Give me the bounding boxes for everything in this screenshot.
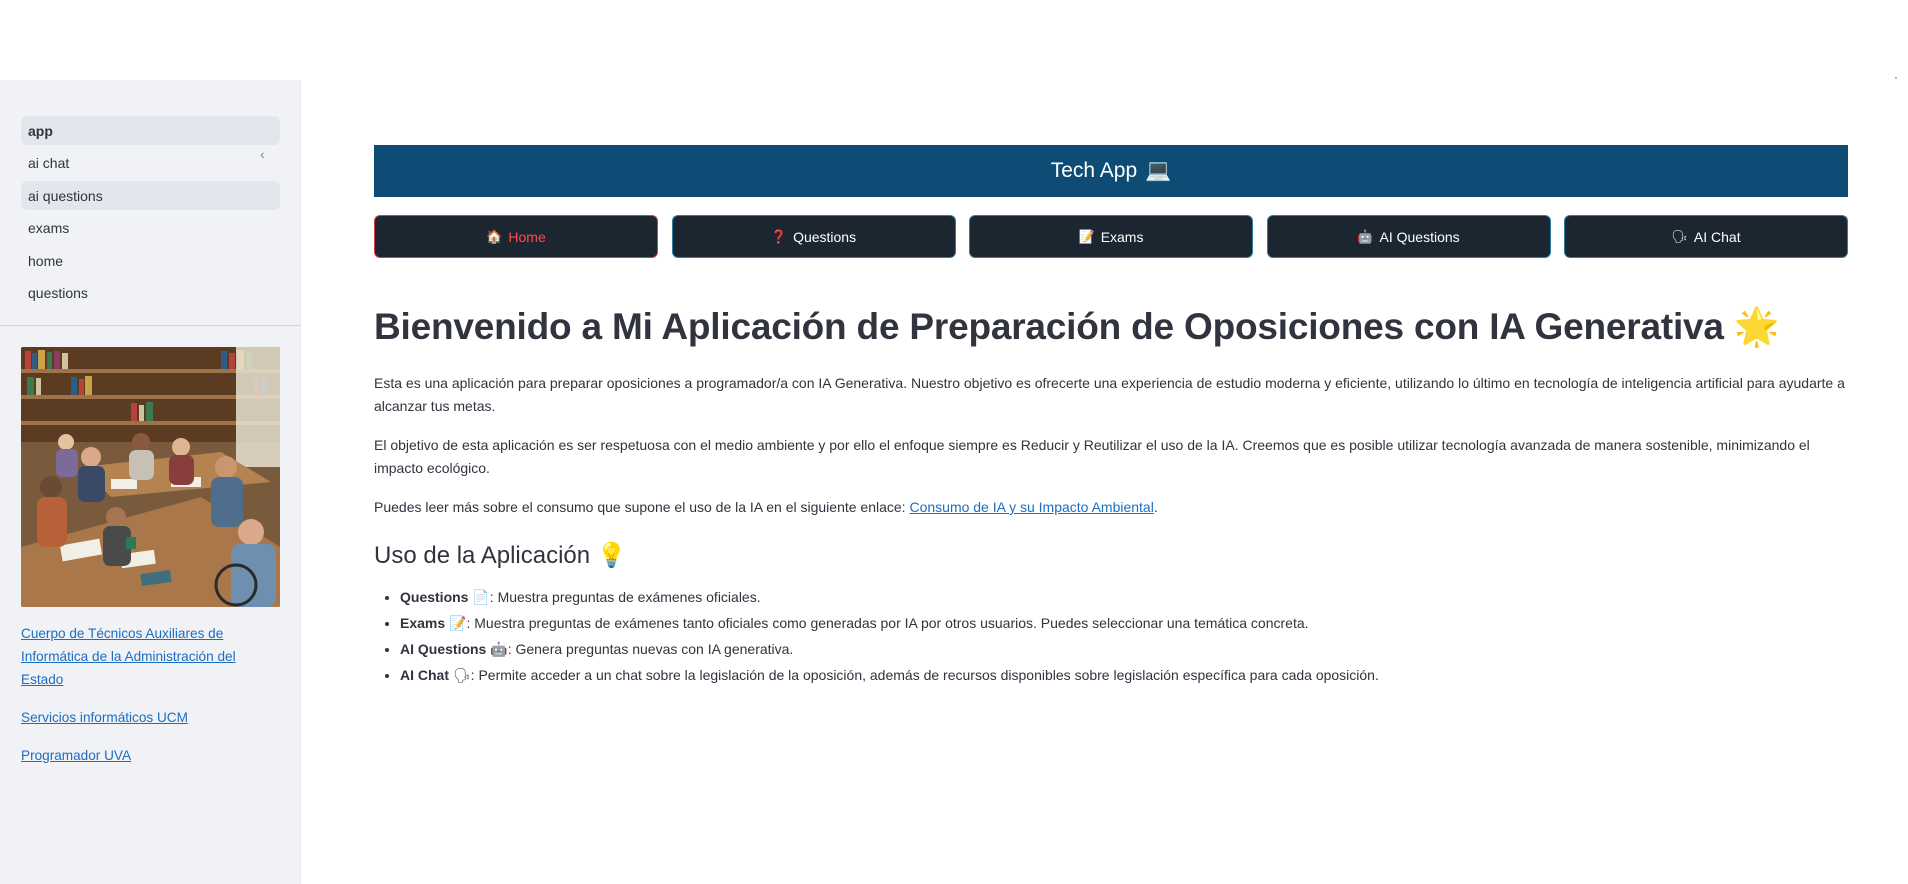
- ai-questions-button-label: AI Questions: [1379, 228, 1460, 245]
- sidebar: ‹ app ai chat ai questions exams home qu…: [0, 80, 301, 884]
- link-cuerpo-tecnicos[interactable]: Cuerpo de Técnicos Auxiliares de Informá…: [21, 622, 280, 691]
- link-programador-uva[interactable]: Programador UVA: [21, 744, 280, 767]
- ai-chat-button-label: AI Chat: [1693, 228, 1741, 245]
- home-button[interactable]: 🏠 Home: [374, 215, 658, 258]
- consumo-ia-link[interactable]: Consumo de IA y su Impacto Ambiental: [909, 499, 1153, 515]
- robot-icon: 🤖: [1357, 228, 1374, 244]
- sidebar-item-ai-chat[interactable]: ai chat: [21, 149, 280, 178]
- sidebar-item-app[interactable]: app: [21, 116, 280, 145]
- section-title-text: Uso de la Aplicación: [374, 542, 591, 569]
- speaking-head-icon: 🗣: [452, 667, 471, 683]
- list-item: Questions 📄: Muestra preguntas de exámen…: [400, 584, 1848, 610]
- sidebar-divider: [0, 325, 301, 326]
- sidebar-item-ai-questions[interactable]: ai questions: [21, 181, 280, 210]
- list-item: AI Questions 🤖: Genera preguntas nuevas …: [400, 636, 1848, 662]
- memo-icon: 📝: [449, 615, 467, 631]
- top-header: [0, 0, 1908, 80]
- question-mark-icon: ❓: [770, 228, 788, 244]
- section-title: Uso de la Aplicación 💡: [374, 541, 1848, 570]
- features-list: Questions 📄: Muestra preguntas de exámen…: [374, 584, 1848, 688]
- sidebar-item-home[interactable]: home: [21, 246, 280, 275]
- main-content: Tech App 💻 🏠 Home ❓ Questions 📝 Exams 🤖 …: [374, 145, 1848, 688]
- home-button-label: Home: [508, 228, 546, 245]
- feature-desc: : Permite acceder a un chat sobre la leg…: [470, 667, 1379, 683]
- sidebar-item-questions[interactable]: questions: [21, 279, 280, 308]
- page-title: Bienvenido a Mi Aplicación de Preparació…: [374, 306, 1848, 349]
- speaking-head-icon: 🗣: [1671, 228, 1688, 244]
- consumption-paragraph: Puedes leer más sobre el consumo que sup…: [374, 496, 1848, 519]
- feature-name: AI Chat: [400, 667, 449, 683]
- consumption-text: Puedes leer más sobre el consumo que sup…: [374, 499, 910, 515]
- feature-desc: : Genera preguntas nuevas con IA generat…: [507, 641, 794, 657]
- list-item: AI Chat 🗣: Permite acceder a un chat sob…: [400, 662, 1848, 688]
- sidebar-item-exams[interactable]: exams: [21, 214, 280, 243]
- robot-icon: 🤖: [490, 641, 508, 657]
- environment-paragraph: El objetivo de esta aplicación es ser re…: [374, 437, 1810, 476]
- lightbulb-icon: 💡: [596, 542, 627, 569]
- questions-button-label: Questions: [793, 228, 857, 245]
- laptop-icon: 💻: [1145, 159, 1172, 182]
- students-studying-image: [21, 347, 280, 607]
- house-icon: 🏠: [486, 228, 503, 244]
- app-title: Tech App: [1050, 159, 1138, 182]
- star-icon: 🌟: [1733, 306, 1780, 347]
- feature-desc: : Muestra preguntas de exámenes oficiale…: [489, 589, 761, 605]
- page-icon: 📄: [472, 589, 490, 605]
- list-item: Exams 📝: Muestra preguntas de exámenes t…: [400, 610, 1848, 636]
- feature-desc: : Muestra preguntas de exámenes tanto of…: [466, 615, 1309, 631]
- sidebar-links: Cuerpo de Técnicos Auxiliares de Informá…: [21, 622, 280, 782]
- app-header-banner: Tech App 💻: [374, 145, 1848, 197]
- nav-button-row: 🏠 Home ❓ Questions 📝 Exams 🤖 AI Question…: [374, 215, 1848, 258]
- ai-chat-button[interactable]: 🗣 AI Chat: [1564, 215, 1848, 258]
- sidebar-nav: app ai chat ai questions exams home ques…: [21, 116, 280, 311]
- feature-name: AI Questions: [400, 641, 487, 657]
- memo-icon: 📝: [1078, 228, 1095, 244]
- feature-name: Exams: [400, 615, 446, 631]
- consumption-suffix: .: [1153, 499, 1158, 515]
- page-title-text: Bienvenido a Mi Aplicación de Preparació…: [374, 306, 1724, 347]
- exams-button[interactable]: 📝 Exams: [969, 215, 1253, 258]
- questions-button[interactable]: ❓ Questions: [671, 215, 956, 258]
- link-servicios-ucm[interactable]: Servicios informáticos UCM: [21, 706, 280, 729]
- exams-button-label: Exams: [1100, 228, 1144, 245]
- toolbar-dot[interactable]: ·: [1894, 70, 1898, 84]
- feature-name: Questions: [400, 589, 469, 605]
- intro-paragraph: Esta es una aplicación para preparar opo…: [374, 375, 1845, 414]
- ai-questions-button[interactable]: 🤖 AI Questions: [1266, 215, 1551, 258]
